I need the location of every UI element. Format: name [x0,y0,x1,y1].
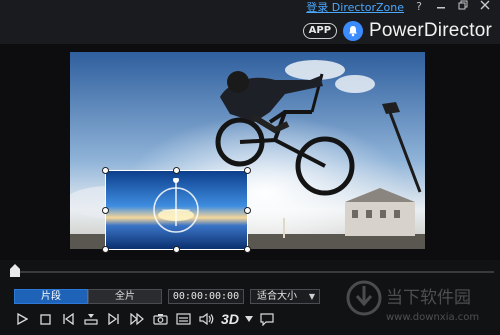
title-bar: 登录 DirectorZone ? APP PowerDirector [0,0,500,44]
restore-icon[interactable] [456,0,470,14]
previous-frame-icon[interactable] [58,310,78,328]
volume-icon[interactable] [196,310,216,328]
playback-slider-track[interactable] [14,271,494,273]
brand-row: APP PowerDirector [302,20,492,42]
resize-handle-top-right[interactable] [244,167,251,174]
resize-handle-bottom-right[interactable] [244,246,251,253]
play-icon[interactable] [12,310,32,328]
playback-options-row: 片段 全片 00:00:00:00 适合大小 ▼ [14,288,320,304]
fit-size-select[interactable]: 适合大小 ▼ [250,288,320,304]
resize-handle-right[interactable] [244,207,251,214]
help-icon[interactable]: ? [412,0,426,14]
tab-clip[interactable]: 片段 [14,288,88,304]
svg-text:当下软件园: 当下软件园 [386,288,471,308]
snapshot-icon[interactable] [150,310,170,328]
rotate-handle-icon[interactable] [148,178,204,238]
bell-icon[interactable] [343,21,364,41]
resize-handle-top[interactable] [173,167,180,174]
svg-text:www.downxia.com: www.downxia.com [386,312,479,323]
split-icon[interactable] [81,310,101,328]
login-directorzone-link[interactable]: 登录 DirectorZone [306,0,404,15]
stop-icon[interactable] [35,310,55,328]
fit-size-value: 适合大小 [257,290,297,302]
resize-handle-top-left[interactable] [102,167,109,174]
resize-handle-bottom-left[interactable] [102,246,109,253]
transport-controls: 3D [12,310,277,328]
title-bar-top-row: 登录 DirectorZone ? [306,0,492,14]
resize-handle-bottom[interactable] [173,246,180,253]
site-watermark-logo: 当下软件园 www.downxia.com [346,280,479,323]
3d-icon[interactable]: 3D [219,310,241,328]
timecode-field[interactable]: 00:00:00:00 [168,288,244,304]
next-frame-icon[interactable] [104,310,124,328]
resize-handle-left[interactable] [102,207,109,214]
app-title: PowerDirector [369,20,492,41]
external-display-icon[interactable] [257,310,277,328]
fast-forward-icon[interactable] [127,310,147,328]
app-button[interactable]: APP [302,23,338,39]
tab-movie[interactable]: 全片 [88,288,162,304]
chevron-down-icon: ▼ [308,291,315,301]
close-icon[interactable] [478,0,492,14]
dropdown-arrow-icon[interactable] [244,310,254,328]
playback-slider-thumb[interactable] [10,264,20,277]
minimize-icon[interactable] [434,0,448,14]
subtitle-icon[interactable] [173,310,193,328]
